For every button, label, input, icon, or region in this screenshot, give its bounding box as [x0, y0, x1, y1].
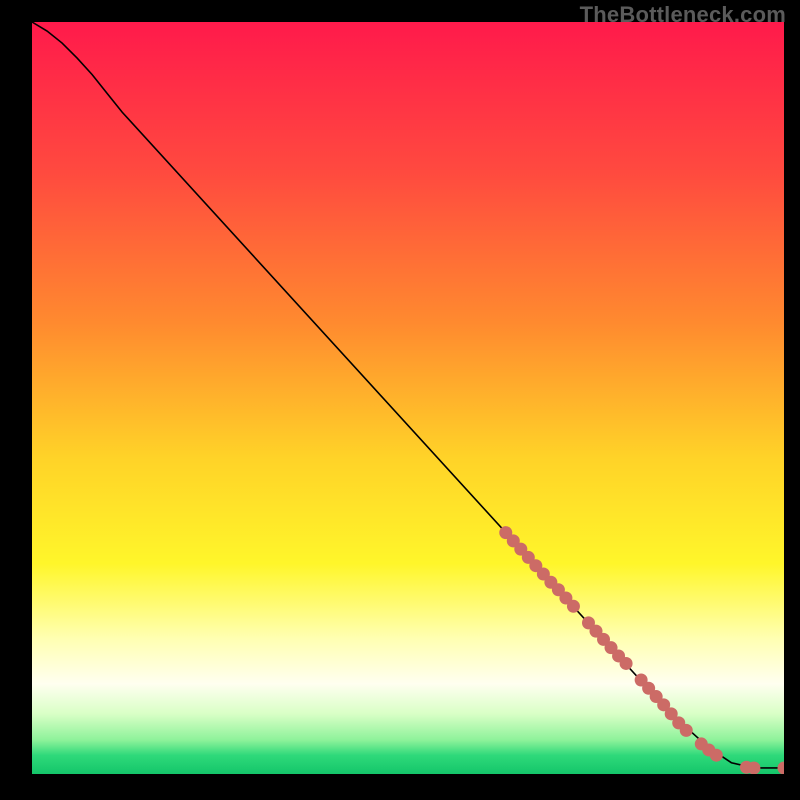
- data-point: [747, 761, 760, 774]
- data-point: [620, 657, 633, 670]
- data-point: [680, 724, 693, 737]
- plot-area: [32, 22, 784, 774]
- chart-svg: [32, 22, 784, 774]
- chart-frame: TheBottleneck.com: [0, 0, 800, 800]
- gradient-background: [32, 22, 784, 774]
- data-point: [710, 749, 723, 762]
- data-point: [567, 600, 580, 613]
